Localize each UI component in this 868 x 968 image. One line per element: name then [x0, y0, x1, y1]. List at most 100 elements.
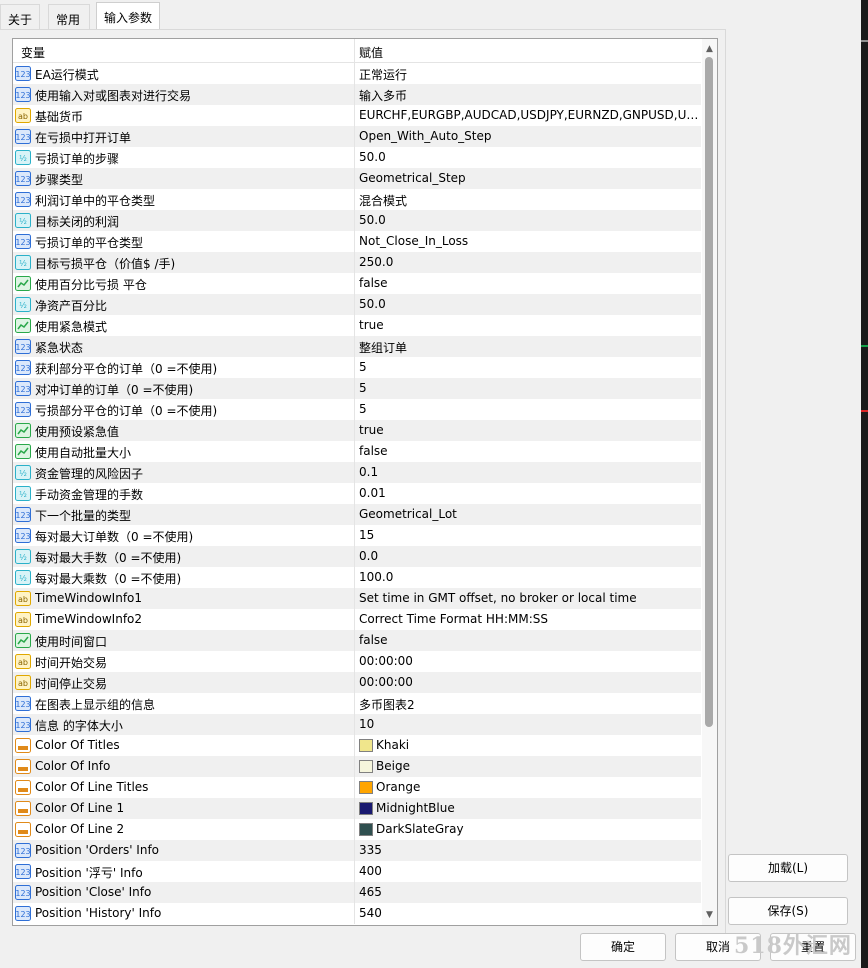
parameter-row[interactable]: 123 亏损部分平仓的订单（0 =不使用) 5 [13, 399, 701, 420]
parameter-row[interactable]: 123 每对最大订单数（0 =不使用) 15 [13, 525, 701, 546]
parameter-value[interactable]: Open_With_Auto_Step [359, 129, 699, 143]
parameter-value[interactable]: Geometrical_Step [359, 171, 699, 185]
tab-input-parameters[interactable]: 输入参数 [96, 2, 160, 30]
parameter-value[interactable]: 100.0 [359, 570, 699, 584]
vertical-scrollbar[interactable]: ▲ ▼ [702, 39, 717, 925]
parameter-row[interactable]: Color Of Line 1 MidnightBlue [13, 798, 701, 819]
load-button[interactable]: 加载(L) [728, 854, 848, 882]
parameter-row[interactable]: ab TimeWindowInfo1 Set time in GMT offset,… [13, 588, 701, 609]
parameter-value[interactable]: 335 [359, 843, 699, 857]
parameter-value[interactable]: 540 [359, 906, 699, 920]
parameter-value[interactable]: Correct Time Format HH:MM:SS [359, 612, 699, 626]
tab-common[interactable]: 常用 [48, 4, 90, 29]
parameter-row[interactable]: ½ 每对最大手数（0 =不使用) 0.0 [13, 546, 701, 567]
parameter-value[interactable]: 5 [359, 402, 699, 416]
parameter-row[interactable]: 使用紧急模式 true [13, 315, 701, 336]
parameter-row[interactable]: ½ 目标亏损平仓（价值$ /手) 250.0 [13, 252, 701, 273]
parameter-value[interactable]: EURCHF,EURGBP,AUDCAD,USDJPY,EURNZD,GNPUS… [359, 108, 699, 122]
parameter-value[interactable]: 50.0 [359, 213, 699, 227]
parameter-row[interactable]: 123 紧急状态 整组订单 [13, 336, 701, 357]
parameter-row[interactable]: ½ 手动资金管理的手数 0.01 [13, 483, 701, 504]
ok-button[interactable]: 确定 [580, 933, 666, 961]
parameter-row[interactable]: ab 时间开始交易 00:00:00 [13, 651, 701, 672]
parameter-row[interactable]: ab TimeWindowInfo2 Correct Time Format HH:… [13, 609, 701, 630]
parameter-value[interactable]: DarkSlateGray [376, 822, 716, 836]
parameter-value[interactable]: Geometrical_Lot [359, 507, 699, 521]
parameter-row[interactable]: 123 Position 'Orders' Info 335 [13, 840, 701, 861]
column-separator[interactable] [354, 39, 355, 63]
color-swatch[interactable] [359, 781, 373, 794]
parameter-row[interactable]: 123 在图表上显示组的信息 多币图表2 [13, 693, 701, 714]
parameter-value[interactable]: 5 [359, 381, 699, 395]
parameter-value[interactable]: false [359, 633, 699, 647]
parameter-value[interactable]: 465 [359, 885, 699, 899]
parameter-row[interactable]: ab 时间停止交易 00:00:00 [13, 672, 701, 693]
tab-about[interactable]: 关于 [0, 4, 40, 29]
parameter-value[interactable]: 混合模式 [359, 192, 699, 209]
parameter-value[interactable]: 0.0 [359, 549, 699, 563]
parameter-value[interactable]: false [359, 444, 699, 458]
parameter-row[interactable]: ½ 目标关闭的利润 50.0 [13, 210, 701, 231]
color-swatch[interactable] [359, 739, 373, 752]
parameter-row[interactable]: 使用百分比亏损 平仓 false [13, 273, 701, 294]
color-swatch[interactable] [359, 823, 373, 836]
parameter-value[interactable]: 00:00:00 [359, 654, 699, 668]
parameter-row[interactable]: 使用自动批量大小 false [13, 441, 701, 462]
parameter-row[interactable]: Color Of Info Beige [13, 756, 701, 777]
column-header-variable[interactable]: 变量 [21, 44, 45, 61]
parameter-value[interactable]: MidnightBlue [376, 801, 716, 815]
parameter-row[interactable]: 123 Position 'History' Info 540 [13, 903, 701, 924]
parameter-value[interactable]: 10 [359, 717, 699, 731]
parameter-value[interactable]: true [359, 423, 699, 437]
parameter-value[interactable]: 50.0 [359, 150, 699, 164]
color-swatch[interactable] [359, 760, 373, 773]
parameter-value[interactable]: 15 [359, 528, 699, 542]
parameter-row[interactable]: Color Of Line 2 DarkSlateGray [13, 819, 701, 840]
parameter-value[interactable]: 50.0 [359, 297, 699, 311]
parameter-row[interactable]: 123 在亏损中打开订单 Open_With_Auto_Step [13, 126, 701, 147]
parameter-row[interactable]: 123 获利部分平仓的订单（0 =不使用) 5 [13, 357, 701, 378]
parameter-row[interactable]: Color Of Titles Khaki [13, 735, 701, 756]
parameter-value[interactable]: 00:00:00 [359, 675, 699, 689]
parameter-row[interactable]: 123 亏损订单的平仓类型 Not_Close_In_Loss [13, 231, 701, 252]
parameter-value[interactable]: 输入多币 [359, 87, 699, 104]
parameter-row[interactable]: ab 基础货币 EURCHF,EURGBP,AUDCAD,USDJPY,EURNZD… [13, 105, 701, 126]
parameter-row[interactable]: ½ 每对最大乘数（0 =不使用) 100.0 [13, 567, 701, 588]
parameter-row[interactable]: 123 利润订单中的平仓类型 混合模式 [13, 189, 701, 210]
parameter-value[interactable]: true [359, 318, 699, 332]
parameter-value[interactable]: 400 [359, 864, 699, 878]
parameter-row[interactable]: 使用时间窗口 false [13, 630, 701, 651]
parameter-value[interactable]: Not_Close_In_Loss [359, 234, 699, 248]
parameter-row[interactable]: 123 步骤类型 Geometrical_Step [13, 168, 701, 189]
parameter-row[interactable]: ½ 净资产百分比 50.0 [13, 294, 701, 315]
parameter-row[interactable]: 123 Position '浮亏' Info 400 [13, 861, 701, 882]
parameter-value[interactable]: 0.1 [359, 465, 699, 479]
scroll-down-arrow-icon[interactable]: ▼ [702, 907, 717, 923]
parameter-row[interactable]: 123 对冲订单的订单（0 =不使用) 5 [13, 378, 701, 399]
parameter-value[interactable]: 正常运行 [359, 66, 699, 83]
scrollbar-thumb[interactable] [705, 57, 713, 727]
parameter-row[interactable]: 使用预设紧急值 true [13, 420, 701, 441]
parameter-value[interactable]: false [359, 276, 699, 290]
parameter-value[interactable]: Khaki [376, 738, 716, 752]
parameter-value[interactable]: 多币图表2 [359, 696, 699, 713]
parameter-value[interactable]: 250.0 [359, 255, 699, 269]
color-swatch[interactable] [359, 802, 373, 815]
parameter-row[interactable]: 123 下一个批量的类型 Geometrical_Lot [13, 504, 701, 525]
parameter-value[interactable]: 整组订单 [359, 339, 699, 356]
parameter-value[interactable]: Orange [376, 780, 716, 794]
parameter-value[interactable]: Beige [376, 759, 716, 773]
parameter-row[interactable]: 123 EA运行模式 正常运行 [13, 63, 701, 84]
parameter-value[interactable]: 0.01 [359, 486, 699, 500]
column-header-value[interactable]: 赋值 [359, 44, 383, 61]
parameter-row[interactable]: Color Of Line Titles Orange [13, 777, 701, 798]
save-button[interactable]: 保存(S) [728, 897, 848, 925]
parameter-row[interactable]: 123 信息 的字体大小 10 [13, 714, 701, 735]
parameter-row[interactable]: 123 使用输入对或图表对进行交易 输入多币 [13, 84, 701, 105]
parameter-value[interactable]: 5 [359, 360, 699, 374]
parameter-row[interactable]: ½ 资金管理的风险因子 0.1 [13, 462, 701, 483]
parameter-value[interactable]: Set time in GMT offset, no broker or loc… [359, 591, 699, 605]
scroll-up-arrow-icon[interactable]: ▲ [702, 41, 717, 57]
parameter-row[interactable]: 123 Position 'Close' Info 465 [13, 882, 701, 903]
parameter-row[interactable]: ½ 亏损订单的步骤 50.0 [13, 147, 701, 168]
